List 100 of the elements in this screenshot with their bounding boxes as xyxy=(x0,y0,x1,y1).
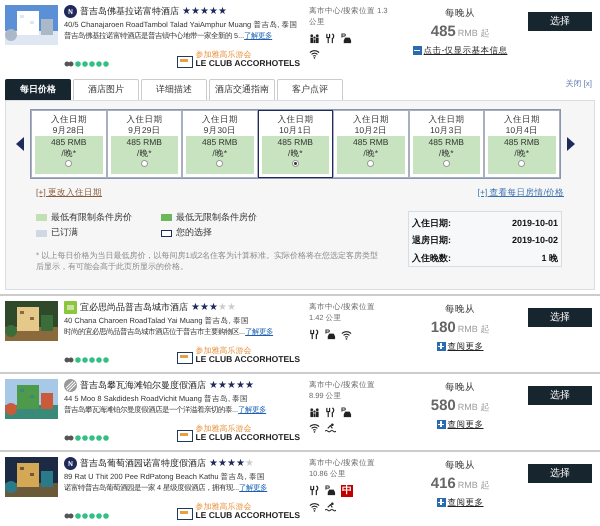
check-in-label: 入住日期 xyxy=(50,114,87,125)
details-toggle[interactable]: 点击-仅显示基本信息 xyxy=(412,44,508,56)
check-in-date: 9月29日 xyxy=(128,125,160,136)
wifi-icon xyxy=(341,329,352,340)
date-card[interactable]: 入住日期 9月29日 485 RMB /晚* xyxy=(106,110,182,178)
select-button[interactable]: 选择 xyxy=(528,386,592,405)
day-price: 485 RMB xyxy=(51,137,86,148)
summary-label: 入住晚数: xyxy=(412,252,451,265)
day-price: 485 RMB xyxy=(278,137,313,148)
hotel-name[interactable]: 普吉岛葡萄酒园诺富特度假酒店 xyxy=(80,457,206,470)
per-night-label: /晚* xyxy=(212,148,228,159)
legend-label: 已订满 xyxy=(51,226,78,240)
date-card[interactable]: 入住日期 10月2日 485 RMB /晚* xyxy=(333,110,408,178)
collapse-icon xyxy=(412,46,422,55)
hotel-name[interactable]: 宜必思尚品普吉岛城市酒店 xyxy=(80,301,188,314)
parking-car-icon xyxy=(341,33,352,44)
chinese-service-badge: 中 xyxy=(341,485,353,497)
next-arrow-icon[interactable] xyxy=(566,137,574,151)
details-toggle[interactable]: 查阅更多 xyxy=(436,496,484,508)
summary-label: 入住日期: xyxy=(412,216,451,230)
check-in-label: 入住日期 xyxy=(202,114,238,125)
legend-label: 您的选择 xyxy=(176,226,212,240)
price-amount: 416 xyxy=(430,474,456,494)
day-radio[interactable] xyxy=(518,160,526,167)
check-in-label: 入住日期 xyxy=(126,114,162,125)
price-label: 每晚从 xyxy=(445,381,475,395)
star-rating: ★★★★★ xyxy=(191,302,236,313)
day-radio[interactable] xyxy=(367,160,374,167)
fork-knife-icon xyxy=(325,33,336,44)
card-icon xyxy=(177,508,194,520)
daily-rates-link[interactable]: [+] 查看每日房情/价格 xyxy=(478,186,564,199)
expand-icon xyxy=(436,342,446,351)
panel-tab[interactable]: 酒店图片 xyxy=(73,79,139,100)
price-currency: RMB 起 xyxy=(458,27,490,40)
check-in-date: 10月4日 xyxy=(506,125,538,136)
check-in-label: 入住日期 xyxy=(352,114,389,125)
date-card[interactable]: 入住日期 9月30日 485 RMB /晚* xyxy=(182,110,258,178)
check-in-date: 10月1日 xyxy=(279,125,312,136)
day-price: 485 RMB xyxy=(428,137,464,148)
check-in-label: 入住日期 xyxy=(504,114,540,125)
date-card[interactable]: 入住日期 10月4日 485 RMB /晚* xyxy=(484,110,560,178)
day-price: 485 RMB xyxy=(202,137,238,148)
parking-car-icon xyxy=(325,329,336,340)
check-in-date: 9月28日 xyxy=(52,125,85,136)
select-button[interactable]: 选择 xyxy=(528,12,592,31)
per-night-label: /晚* xyxy=(136,148,152,159)
summary-label: 退房日期: xyxy=(412,234,451,248)
close-link[interactable]: 关闭 [x] xyxy=(565,78,592,90)
check-in-date: 9月30日 xyxy=(204,125,236,136)
parking-car-icon xyxy=(325,485,336,496)
legend-swatch xyxy=(161,214,172,221)
check-in-date: 10月2日 xyxy=(354,125,387,136)
panel-tab[interactable]: 详细描述 xyxy=(141,79,207,100)
price-label: 每晚从 xyxy=(445,303,475,317)
hotel-logo-icon xyxy=(64,379,77,392)
price-currency: RMB 起 xyxy=(458,401,490,414)
day-radio[interactable] xyxy=(216,160,224,167)
hotel-name[interactable]: 普吉岛佛基拉诺富特酒店 xyxy=(80,5,179,18)
day-price: 485 RMB xyxy=(353,137,388,148)
expand-icon xyxy=(436,498,446,507)
summary-value: 2019-10-02 xyxy=(512,234,558,248)
wifi-icon xyxy=(309,501,320,512)
legend-label: 最低有限制条件房价 xyxy=(51,210,132,224)
check-in-label: 入住日期 xyxy=(277,114,314,125)
summary-value: 1 晚 xyxy=(541,252,558,265)
panel-tab[interactable]: 客户点评 xyxy=(277,79,343,100)
select-button[interactable]: 选择 xyxy=(528,464,592,483)
price-currency: RMB 起 xyxy=(458,323,490,336)
fork-knife-icon xyxy=(309,329,320,340)
per-night-label: /晚* xyxy=(288,148,303,159)
family-icon xyxy=(309,33,320,44)
panel-tab[interactable]: 每日价格 xyxy=(5,79,71,100)
details-toggle[interactable]: 查阅更多 xyxy=(436,340,484,352)
previous-arrow-icon[interactable] xyxy=(16,137,24,151)
price-label: 每晚从 xyxy=(445,459,475,473)
fork-knife-icon xyxy=(325,407,336,418)
price-label: 每晚从 xyxy=(445,7,475,21)
date-card[interactable]: 入住日期 10月3日 485 RMB /晚* xyxy=(408,110,484,178)
star-rating: ★★★★★ xyxy=(209,380,254,391)
date-card[interactable]: 入住日期 9月28日 485 RMB /晚* xyxy=(31,110,106,178)
change-date-link[interactable]: [+] 更改入住日期 xyxy=(36,186,102,199)
date-card[interactable]: 入住日期 10月1日 485 RMB /晚* xyxy=(258,110,333,178)
legend-swatch xyxy=(36,214,47,221)
hotel-logo-icon xyxy=(64,5,77,18)
wifi-icon xyxy=(309,422,320,433)
legend-swatch xyxy=(36,230,47,236)
day-radio[interactable] xyxy=(65,160,72,167)
expand-icon xyxy=(436,420,446,429)
panel-tab[interactable]: 酒店交通指南 xyxy=(209,79,275,100)
day-radio[interactable] xyxy=(140,160,148,167)
per-night-label: /晚* xyxy=(438,148,454,159)
legend-label: 最低无限制条件房价 xyxy=(176,210,257,224)
day-radio[interactable] xyxy=(292,160,299,167)
hotel-name[interactable]: 普吉岛攀瓦海滩铂尔曼度假酒店 xyxy=(80,379,206,392)
day-price: 485 RMB xyxy=(504,137,540,148)
details-toggle[interactable]: 查阅更多 xyxy=(436,418,484,430)
hotel-logo-icon xyxy=(64,301,77,314)
select-button[interactable]: 选择 xyxy=(528,308,592,327)
price-currency: RMB 起 xyxy=(458,479,490,492)
day-radio[interactable] xyxy=(442,160,450,167)
